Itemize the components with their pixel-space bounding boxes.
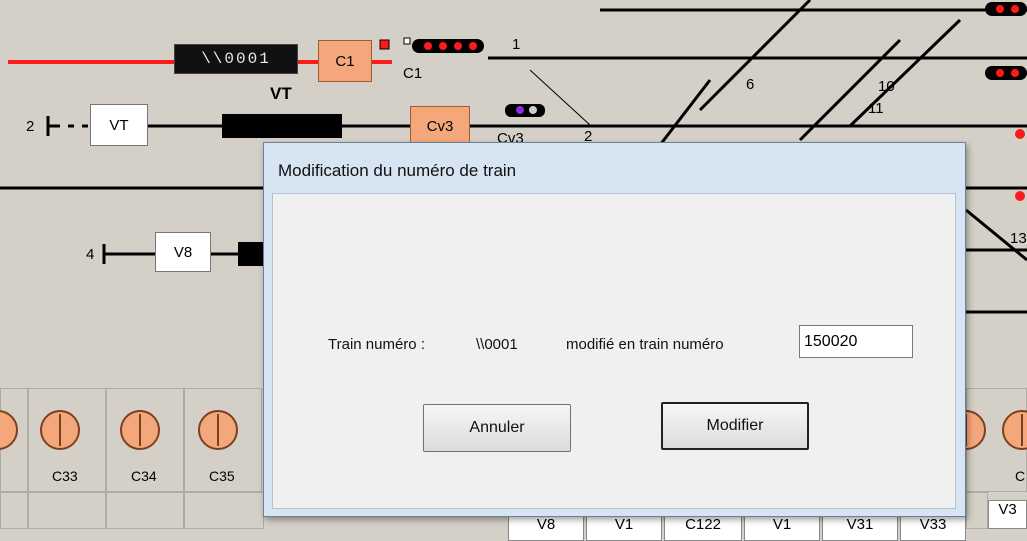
switch-diagonal-1 [698, 0, 812, 112]
modify-button[interactable]: Modifier [661, 402, 809, 450]
track-number-10: 10 [878, 78, 895, 95]
train-number-label: Train numéro : [328, 336, 425, 353]
dialog-title: Modification du numéro de train [278, 161, 517, 180]
route-tab-v33[interactable]: V33 [900, 515, 966, 541]
occupied-block-vt [222, 114, 342, 138]
modified-to-label: modifié en train numéro [566, 336, 724, 353]
signal-box-c1[interactable]: C1 [318, 40, 372, 82]
signal-label-c1: C1 [403, 65, 423, 82]
train-number-display: \\0001 [174, 44, 298, 74]
panel-cell [28, 492, 106, 529]
signal-box-cv3[interactable]: Cv3 [410, 106, 470, 146]
route-tab-v1[interactable]: V1 [586, 515, 662, 541]
current-train-number: \\0001 [476, 336, 518, 353]
switch-knob-c35-icon[interactable] [198, 410, 238, 450]
switch-diagonal-2 [658, 79, 712, 146]
new-train-number-input[interactable] [799, 325, 913, 358]
modify-train-number-dialog: Modification du numéro de train Train nu… [263, 142, 966, 517]
switch-knob-c33-icon[interactable] [40, 410, 80, 450]
signal-c1-icon [379, 37, 484, 53]
track-label-vt: VT [270, 84, 292, 103]
knob-label-c33: C33 [52, 468, 78, 484]
knob-label-c: C [1015, 468, 1026, 484]
track-number-11: 11 [868, 100, 884, 117]
knob-label-c35: C35 [209, 468, 235, 484]
switch-knob-c34-icon[interactable] [120, 410, 160, 450]
track-number-4: 4 [86, 246, 95, 263]
panel-cell [966, 492, 988, 529]
panel-cell [184, 492, 264, 529]
route-tab-v31[interactable]: V31 [822, 515, 898, 541]
panel-cell [0, 492, 28, 529]
panel-cell [106, 492, 184, 529]
track-number-13: 13 [1010, 230, 1027, 247]
route-tab-v1b[interactable]: V1 [744, 515, 820, 541]
track-number-6: 6 [746, 76, 755, 93]
route-tab-v8[interactable]: V8 [508, 515, 584, 541]
dialog-body: Train numéro : \\0001 modifié en train n… [272, 193, 956, 509]
knob-label-c34: C34 [131, 468, 157, 484]
route-box-vt[interactable]: VT [90, 104, 148, 146]
route-tab-v3[interactable]: V3 [988, 500, 1027, 529]
track-number-1: 1 [512, 36, 521, 53]
signal-cv3-icon [505, 104, 545, 117]
signal-right-icon [985, 2, 1027, 201]
route-box-v8[interactable]: V8 [155, 232, 211, 272]
cancel-button[interactable]: Annuler [423, 404, 571, 452]
track-number-2: 2 [26, 118, 35, 135]
route-tab-c122[interactable]: C122 [664, 515, 742, 541]
